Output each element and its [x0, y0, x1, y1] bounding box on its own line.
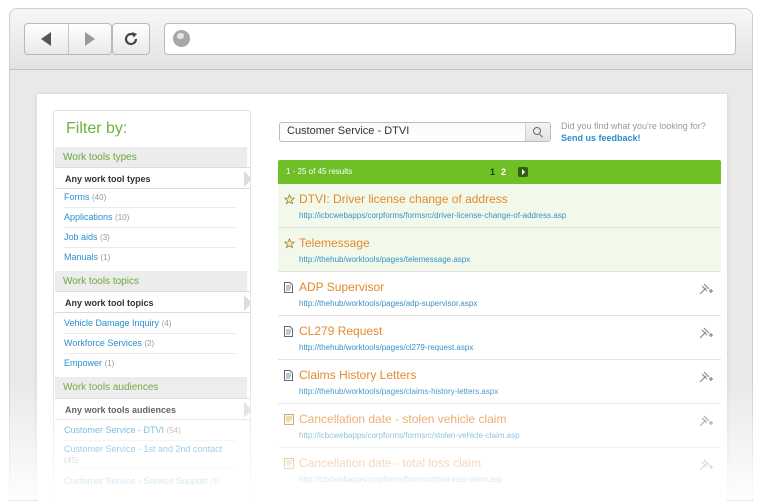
- page-content: Filter by: Work tools types Any work too…: [36, 93, 728, 501]
- add-favorite-icon[interactable]: [698, 414, 714, 428]
- filter-item-label: Forms: [64, 192, 90, 202]
- browser-window: Filter by: Work tools types Any work too…: [9, 8, 753, 501]
- filter-item-label: Manuals: [64, 252, 99, 262]
- filter-any-audiences[interactable]: Any work tools audiences: [55, 398, 250, 420]
- filter-item-workforce-services[interactable]: Workforce Services (2): [64, 333, 236, 354]
- filter-item-count: (4): [210, 477, 220, 486]
- document-icon: [284, 282, 293, 293]
- result-item: ADP Supervisor http://thehub/worktools/p…: [278, 272, 721, 316]
- result-title[interactable]: Claims History Letters: [299, 368, 416, 382]
- filter-item-empower[interactable]: Empower (1): [64, 353, 236, 373]
- filter-item-count: (10): [115, 213, 130, 222]
- nav-buttons: [24, 23, 112, 55]
- back-button[interactable]: [25, 24, 68, 54]
- forward-button[interactable]: [67, 24, 112, 54]
- result-url[interactable]: http://thehub/worktools/pages/cl279-requ…: [299, 343, 473, 352]
- filter-item-label: Empower: [64, 358, 103, 368]
- result-url[interactable]: http://thehub/worktools/pages/telemessag…: [299, 255, 470, 264]
- filter-item-cs-support[interactable]: Customer Service - Service Support (4): [64, 471, 236, 491]
- filter-item-forms[interactable]: Forms (40): [64, 187, 236, 208]
- result-title[interactable]: CL279 Request: [299, 324, 382, 338]
- result-url[interactable]: http://icbcwebapps/corpforms/formsrc/sto…: [299, 431, 520, 440]
- results-count: 1 - 25 of 45 results: [286, 167, 353, 176]
- results-header: 1 - 25 of 45 results 12: [278, 160, 721, 184]
- filter-item-label: Vehicle Damage Inquiry: [64, 318, 160, 328]
- address-bar[interactable]: [164, 23, 736, 55]
- page-link-2[interactable]: 2: [501, 167, 506, 177]
- result-item: CL279 Request http://thehub/worktools/pa…: [278, 316, 721, 360]
- result-title[interactable]: ADP Supervisor: [299, 280, 384, 294]
- feedback-link[interactable]: Send us feedback!: [561, 132, 706, 144]
- filter-item-applications[interactable]: Applications (10): [64, 207, 236, 228]
- feedback-question: Did you find what you're looking for?: [561, 121, 706, 131]
- result-url[interactable]: http://icbcwebapps/corpforms/formsrc/dri…: [299, 211, 566, 220]
- result-url[interactable]: http://icbcwebapps/corpforms/formsrc/tot…: [299, 475, 503, 484]
- result-url[interactable]: http://thehub/worktools/pages/claims-his…: [299, 387, 498, 396]
- filter-item-job-aids[interactable]: Job aids (3): [64, 227, 236, 248]
- filter-item-vehicle-damage[interactable]: Vehicle Damage Inquiry (4): [64, 313, 236, 334]
- filter-title: Filter by:: [66, 120, 128, 137]
- filter-item-label: Workforce Services: [64, 338, 142, 348]
- filter-item-manuals[interactable]: Manuals (1): [64, 247, 236, 267]
- filter-item-count: (54): [166, 426, 181, 435]
- result-item: Cancellation date - stolen vehicle claim…: [278, 404, 721, 448]
- result-item: Claims History Letters http://thehub/wor…: [278, 360, 721, 404]
- document-icon: [284, 326, 293, 337]
- result-title[interactable]: Cancellation date - stolen vehicle claim: [299, 412, 506, 426]
- filter-item-count: (45): [64, 456, 79, 465]
- result-title[interactable]: Telemessage: [299, 236, 370, 250]
- forward-arrow-icon: [84, 32, 95, 46]
- browser-toolbar: [10, 9, 752, 70]
- filter-item-label: Customer Service - Service Support: [64, 476, 208, 486]
- filter-sidebar: Filter by: Work tools types Any work too…: [53, 110, 251, 501]
- filter-item-cs-dtvi[interactable]: Customer Service - DTVI (54): [64, 420, 236, 441]
- filter-item-label: Job aids: [64, 232, 98, 242]
- filter-item-count: (4): [161, 319, 172, 328]
- result-title[interactable]: Cancellation date - total loss claim: [299, 456, 481, 470]
- result-title[interactable]: DTVI: Driver license change of address: [299, 192, 508, 206]
- star-icon[interactable]: [284, 238, 295, 249]
- filter-item-count: (1): [100, 253, 111, 262]
- add-favorite-icon[interactable]: [698, 370, 714, 384]
- pagination: 12: [490, 160, 506, 184]
- section-heading-audiences: Work tools audiences: [55, 377, 247, 398]
- result-item: Cancellation date - total loss claim htt…: [278, 448, 721, 492]
- section-heading-topics: Work tools topics: [55, 271, 247, 292]
- add-favorite-icon[interactable]: [698, 326, 714, 340]
- document-icon: [284, 370, 293, 381]
- filter-any-types[interactable]: Any work tool types: [55, 167, 250, 189]
- result-url[interactable]: http://thehub/worktools/pages/adp-superv…: [299, 299, 477, 308]
- filter-any-topics[interactable]: Any work tool topics: [55, 291, 250, 313]
- result-item: DTVI: Driver license change of address h…: [278, 184, 721, 228]
- globe-icon: [173, 30, 190, 47]
- filter-item-label: Applications: [64, 212, 113, 222]
- result-item: Telemessage http://thehub/worktools/page…: [278, 228, 721, 272]
- star-icon[interactable]: [284, 194, 295, 205]
- add-favorite-icon[interactable]: [698, 458, 714, 472]
- reload-button[interactable]: [112, 23, 150, 55]
- section-heading-types: Work tools types: [55, 147, 247, 168]
- reload-icon: [124, 32, 138, 46]
- add-favorite-icon[interactable]: [698, 282, 714, 296]
- filter-item-count: (40): [92, 193, 107, 202]
- form-icon: [284, 414, 294, 425]
- filter-item-count: (2): [144, 339, 155, 348]
- feedback-prompt: Did you find what you're looking for? Se…: [561, 120, 706, 144]
- filter-item-count: (3): [100, 233, 110, 242]
- form-icon: [284, 458, 294, 469]
- page-link-1[interactable]: 1: [490, 167, 495, 177]
- filter-item-label: Customer Service - 1st and 2nd contact: [64, 444, 223, 454]
- search-input[interactable]: [287, 125, 522, 137]
- next-page-icon[interactable]: [518, 167, 528, 177]
- filter-item-label: Customer Service - DTVI: [64, 425, 165, 435]
- search-box: [279, 122, 551, 142]
- back-arrow-icon: [41, 32, 52, 46]
- search-icon: [533, 127, 541, 135]
- filter-item-cs-contact[interactable]: Customer Service - 1st and 2nd contact (4…: [64, 439, 236, 469]
- search-button[interactable]: [525, 123, 550, 141]
- filter-item-count: (1): [104, 359, 115, 368]
